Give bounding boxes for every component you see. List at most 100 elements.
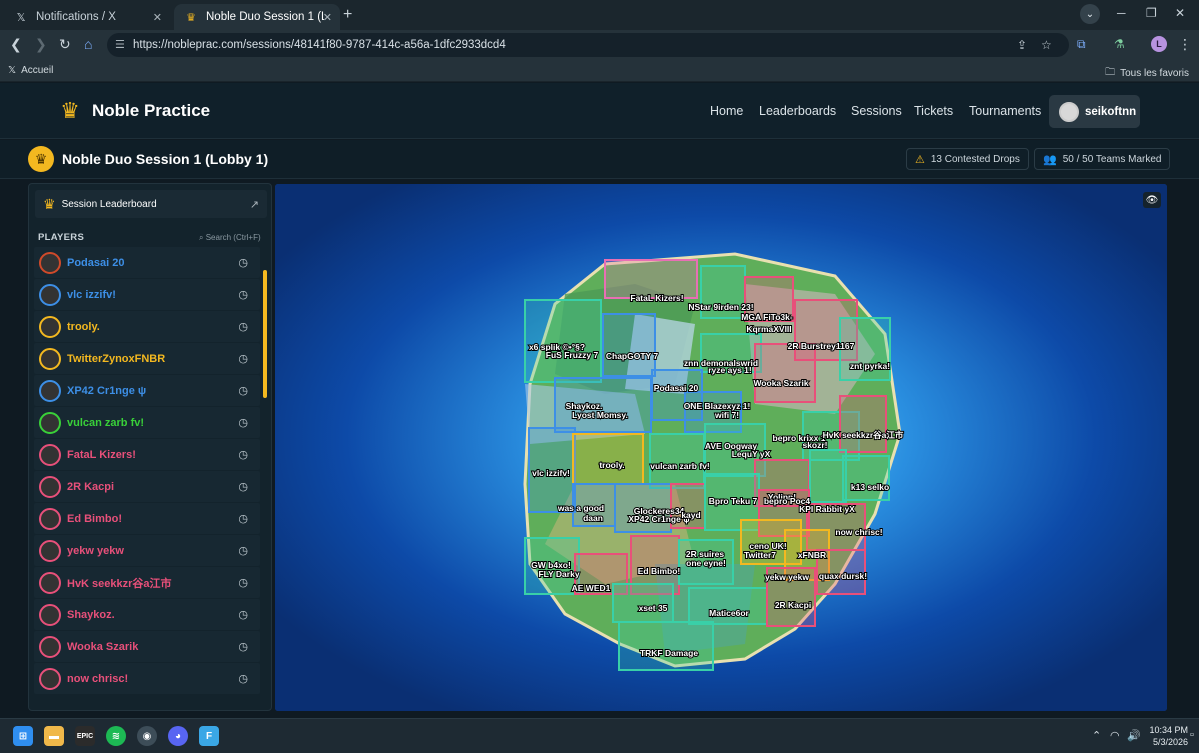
teams-marked-badge[interactable]: 👥 50 / 50 Teams Marked xyxy=(1034,148,1171,170)
minimize-button[interactable]: ─ xyxy=(1117,6,1126,20)
nav-tournaments[interactable]: Tournaments xyxy=(969,104,1041,118)
player-name: XP42 Cr1nge ψ xyxy=(67,384,147,397)
clock-icon[interactable]: ◷ xyxy=(238,416,248,429)
site-settings-icon[interactable]: ☰ xyxy=(115,38,125,51)
new-tab-button[interactable]: + xyxy=(343,6,352,24)
island-map[interactable]: FataL Kizers! NStar 9irden 23!MGA FiTo3k-… xyxy=(275,184,1167,711)
drop-zone[interactable] xyxy=(754,343,816,403)
clock-icon[interactable]: ◷ xyxy=(238,480,248,493)
avatar xyxy=(39,379,61,402)
epic-games-icon[interactable]: EPIC xyxy=(75,726,95,746)
close-tab-icon[interactable]: ✕ xyxy=(153,11,162,24)
chevron-up-icon[interactable]: ⌃ xyxy=(1092,729,1101,742)
browser-icon[interactable]: ◉ xyxy=(137,726,157,746)
player-row[interactable]: vulcan zarb fv! ◷ xyxy=(34,407,260,438)
volume-icon[interactable]: 🔊 xyxy=(1127,729,1141,742)
tab-session[interactable]: ♛ Noble Duo Session 1 (Lobby 1) ✕ xyxy=(174,4,340,30)
clock-icon[interactable]: ◷ xyxy=(238,352,248,365)
reload-button[interactable]: ↻ xyxy=(59,36,71,53)
tab-notifications[interactable]: 𝕏 Notifications / X ✕ xyxy=(4,4,170,30)
bookmark-label: Accueil xyxy=(21,65,54,76)
labs-flask-icon[interactable]: ⚗ xyxy=(1114,37,1125,51)
clock-icon[interactable]: ◷ xyxy=(238,640,248,653)
drop-zone[interactable] xyxy=(839,395,887,453)
back-button[interactable]: ❮ xyxy=(10,36,22,53)
player-row[interactable]: vlc izzifv! ◷ xyxy=(34,279,260,310)
map-player-label: k13 selko xyxy=(851,482,889,492)
drop-zone[interactable] xyxy=(524,299,602,383)
home-icon[interactable]: ⌂ xyxy=(84,36,92,52)
player-row[interactable]: Wooka Szarik ◷ xyxy=(34,631,260,662)
profile-avatar[interactable]: L xyxy=(1151,36,1167,52)
windows-taskbar: ⊞ ▬ EPIC ≋ ◉ ◕ F ⌃ ◠ 🔊 10:34 PM 5/3/2026… xyxy=(0,718,1199,753)
player-row[interactable]: TwitterZynoxFNBR ◷ xyxy=(34,343,260,374)
brand-logo[interactable]: ♛ Noble Practice xyxy=(56,98,210,123)
player-row[interactable]: FataL Kizers! ◷ xyxy=(34,439,260,470)
player-name: 2R Kacpi xyxy=(67,480,115,493)
crown-icon: ♛ xyxy=(43,195,56,212)
clock-icon[interactable]: ◷ xyxy=(238,256,248,269)
avatar xyxy=(39,347,61,370)
drop-zone[interactable] xyxy=(842,455,890,501)
external-link-icon[interactable]: ↗ xyxy=(250,198,259,211)
share-icon[interactable]: ⇪ xyxy=(1017,38,1027,52)
drop-zone[interactable] xyxy=(618,621,714,671)
address-bar[interactable]: ☰ https://nobleprac.com/sessions/48141f8… xyxy=(107,33,1069,57)
player-row[interactable]: XP42 Cr1nge ψ ◷ xyxy=(34,375,260,406)
notifications-icon[interactable]: ▫ xyxy=(1190,729,1194,741)
forward-button[interactable]: ❯ xyxy=(35,36,47,53)
extensions-icon[interactable]: ⧉ xyxy=(1077,37,1086,52)
player-row[interactable]: Ed Bimbo! ◷ xyxy=(34,503,260,534)
toggle-visibility-button[interactable]: 👁 xyxy=(1143,192,1161,208)
all-bookmarks-button[interactable]: 🗀 Tous les favoris xyxy=(1105,65,1189,82)
clock-icon[interactable]: ◷ xyxy=(238,448,248,461)
system-clock[interactable]: 10:34 PM 5/3/2026 xyxy=(1144,724,1188,748)
user-menu-button[interactable]: seikoftnn xyxy=(1049,95,1140,128)
bookmark-accueil[interactable]: 𝕏 Accueil xyxy=(8,65,53,76)
clock-icon[interactable]: ◷ xyxy=(238,288,248,301)
chevron-down-icon: ⌄ xyxy=(1085,8,1095,20)
player-row[interactable]: 2R Kacpi ◷ xyxy=(34,471,260,502)
map-player-label: one eyne! xyxy=(686,558,726,568)
clock-icon[interactable]: ◷ xyxy=(238,384,248,397)
clock-icon[interactable]: ◷ xyxy=(238,672,248,685)
clock-icon[interactable]: ◷ xyxy=(238,320,248,333)
clock-icon[interactable]: ◷ xyxy=(238,608,248,621)
discord-icon[interactable]: ◕ xyxy=(168,726,188,746)
drop-zone[interactable] xyxy=(602,313,656,377)
player-row[interactable]: trooly. ◷ xyxy=(34,311,260,342)
drop-zone[interactable] xyxy=(572,433,644,485)
player-row[interactable]: Shaykoz. ◷ xyxy=(34,599,260,630)
clock-icon[interactable]: ◷ xyxy=(238,576,248,589)
contested-drops-badge[interactable]: ⚠ 13 Contested Drops xyxy=(906,148,1029,170)
nav-sessions[interactable]: Sessions xyxy=(851,104,902,118)
spotify-icon[interactable]: ≋ xyxy=(106,726,126,746)
menu-kebab-icon[interactable]: ⋮ xyxy=(1178,36,1192,53)
nav-tickets[interactable]: Tickets xyxy=(914,104,953,118)
scrollbar-thumb[interactable] xyxy=(263,270,267,398)
session-leaderboard-header[interactable]: ♛ Session Leaderboard ↗ xyxy=(35,190,267,218)
drop-zone[interactable] xyxy=(688,587,768,625)
maximize-button[interactable]: ❐ xyxy=(1146,6,1157,20)
file-explorer-icon[interactable]: ▬ xyxy=(44,726,64,746)
player-search-button[interactable]: ⌕ Search (Ctrl+F) xyxy=(199,233,261,243)
fortnite-icon[interactable]: F xyxy=(199,726,219,746)
clock-icon[interactable]: ◷ xyxy=(238,512,248,525)
nav-home[interactable]: Home xyxy=(710,104,743,118)
clock-icon[interactable]: ◷ xyxy=(238,544,248,557)
player-row[interactable]: HvK seekkzr谷a江市 ◷ xyxy=(34,567,260,598)
bookmark-star-icon[interactable]: ☆ xyxy=(1041,38,1052,52)
player-row[interactable]: yekw yekw ◷ xyxy=(34,535,260,566)
nav-leaderboards[interactable]: Leaderboards xyxy=(759,104,836,118)
map-view[interactable]: FataL Kizers! NStar 9irden 23! MGA FiTo3k-… xyxy=(275,184,1167,711)
drop-zone[interactable] xyxy=(809,449,847,503)
player-row[interactable]: Podasai 20 ◷ xyxy=(34,247,260,278)
wifi-icon[interactable]: ◠ xyxy=(1110,729,1120,742)
tab-search-button[interactable]: ⌄ xyxy=(1080,4,1100,24)
close-window-button[interactable]: ✕ xyxy=(1175,6,1185,20)
close-tab-icon[interactable]: ✕ xyxy=(323,11,332,24)
player-name: Podasai 20 xyxy=(67,256,125,269)
start-windows-icon[interactable]: ⊞ xyxy=(13,726,33,746)
map-player-label: now chrisc! xyxy=(835,527,882,537)
player-row[interactable]: now chrisc! ◷ xyxy=(34,663,260,694)
